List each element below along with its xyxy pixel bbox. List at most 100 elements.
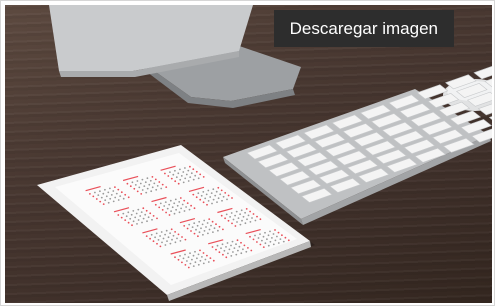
- calendar-day: [176, 237, 178, 240]
- calendar-day: [245, 208, 248, 210]
- calendar-day: [217, 197, 220, 200]
- calendar-day: [190, 230, 192, 232]
- calendar-day: [174, 241, 177, 244]
- calendar-day: [174, 169, 176, 172]
- download-image-button[interactable]: Descaregar imagen: [273, 10, 454, 47]
- calendar-day: [237, 249, 239, 252]
- calendar-day: [234, 214, 237, 217]
- calendar-day: [184, 253, 186, 256]
- calendar-day: [139, 215, 142, 217]
- calendar-day: [154, 178, 157, 181]
- calendar-day: [149, 237, 152, 240]
- calendar-day: [125, 215, 128, 218]
- calendar-day: [257, 237, 260, 239]
- calendar-day: [235, 253, 238, 256]
- calendar-day: [152, 215, 155, 217]
- calendar-day: [199, 249, 201, 252]
- calendar-day: [135, 212, 138, 215]
- calendar-day: [141, 221, 143, 224]
- calendar-day: [117, 214, 120, 216]
- calendar-day: [189, 262, 192, 265]
- calendar-day: [225, 213, 228, 216]
- calendar-day: [165, 186, 168, 189]
- calendar-day: [218, 225, 221, 228]
- calendar-day: [162, 237, 165, 240]
- calendar-day: [185, 206, 188, 208]
- calendar-day: [156, 242, 158, 245]
- calendar-day: [109, 187, 111, 190]
- calendar-day: [261, 239, 263, 242]
- calendar-day: [282, 240, 285, 243]
- photo-illustration: [37, 5, 492, 301]
- calendar-day: [237, 217, 240, 220]
- calendar-day: [175, 176, 178, 179]
- calendar-day: [168, 214, 171, 216]
- calendar-day: [159, 202, 162, 205]
- calendar-day: [160, 231, 163, 233]
- calendar-day: [187, 180, 190, 182]
- calendar-day: [154, 203, 157, 206]
- calendar-day: [192, 168, 195, 171]
- calendar-day: [239, 223, 242, 226]
- calendar-day: [177, 182, 180, 185]
- calendar-day: [144, 213, 147, 216]
- calendar-day: [229, 216, 232, 218]
- calendar-day: [198, 231, 201, 234]
- calendar-day: [227, 194, 230, 197]
- calendar-day: [186, 260, 188, 262]
- calendar-day: [194, 250, 196, 253]
- calendar-day: [185, 173, 188, 176]
- calendar-day: [138, 186, 141, 189]
- calendar-day: [252, 238, 255, 241]
- calendar-day: [184, 177, 187, 180]
- calendar-day: [172, 173, 175, 176]
- calendar-day: [277, 242, 280, 244]
- calendar-day: [177, 233, 180, 236]
- calendar-day: [119, 195, 122, 198]
- calendar-day: [197, 253, 200, 256]
- calendar-day: [264, 242, 267, 245]
- calendar-day: [206, 254, 208, 257]
- calendar-day: [151, 186, 154, 189]
- calendar-day: [130, 213, 133, 216]
- calendar-day: [187, 256, 190, 258]
- calendar-day: [250, 249, 253, 252]
- calendar-day: [155, 232, 158, 235]
- calendar-day: [174, 256, 176, 259]
- calendar-day: [180, 175, 183, 177]
- calendar-day: [149, 212, 152, 215]
- calendar-day: [234, 225, 237, 227]
- calendar-day: [99, 190, 101, 193]
- calendar-day: [203, 230, 206, 232]
- calendar-day: [204, 258, 207, 261]
- calendar-day: [217, 186, 220, 189]
- calendar-day: [160, 187, 163, 190]
- calendar-day: [176, 204, 179, 207]
- calendar-day: [89, 193, 91, 195]
- calendar-day: [107, 201, 110, 204]
- calendar-day: [171, 238, 173, 241]
- calendar-day: [207, 232, 209, 235]
- calendar-day: [245, 250, 248, 253]
- calendar-day: [232, 251, 234, 253]
- calendar-day: [205, 193, 208, 196]
- calendar-day: [244, 211, 247, 214]
- calendar-day: [120, 191, 123, 194]
- calendar-day: [272, 233, 275, 235]
- calendar-day: [183, 225, 186, 227]
- calendar-day: [95, 198, 98, 200]
- calendar-day: [168, 203, 171, 206]
- calendar-day: [184, 264, 187, 266]
- calendar-day: [214, 194, 217, 197]
- calendar-day: [161, 209, 164, 211]
- calendar-day: [158, 181, 161, 183]
- calendar-day: [210, 192, 213, 195]
- calendar-day: [241, 219, 243, 222]
- keyboard-key: [473, 66, 492, 80]
- calendar-day: [211, 220, 214, 223]
- calendar-day: [194, 174, 197, 177]
- calendar-day: [200, 227, 202, 230]
- calendar-day: [141, 189, 144, 191]
- calendar-day: [143, 185, 146, 188]
- calendar-day: [197, 235, 199, 238]
